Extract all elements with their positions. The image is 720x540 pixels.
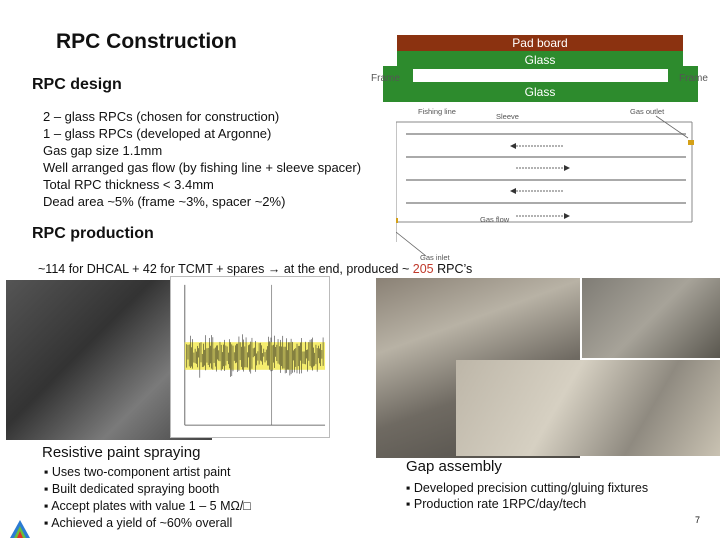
list-item: ▪ Achieved a yield of ~60% overall bbox=[44, 516, 233, 530]
gas-inlet-marker bbox=[396, 218, 398, 223]
design-heading: RPC design bbox=[32, 76, 122, 93]
gap-bullet-list: ▪ Developed precision cutting/gluing fix… bbox=[406, 480, 648, 512]
argonne-logo-icon bbox=[10, 520, 30, 538]
list-item: ▪ Uses two-component artist paint bbox=[44, 465, 231, 479]
frame-left-label: Frame bbox=[371, 73, 400, 84]
gas-gap bbox=[413, 69, 668, 82]
slide-title: RPC Construction bbox=[56, 30, 237, 53]
list-item: ▪ Built dedicated spraying booth bbox=[44, 482, 220, 496]
list-item: Dead area ~5% (frame ~3%, spacer ~2%) bbox=[43, 194, 286, 209]
gas-outlet-label: Gas outlet bbox=[630, 107, 665, 116]
pad-board-layer: Pad board bbox=[397, 35, 683, 51]
page-number: 7 bbox=[695, 515, 701, 525]
list-item: ▪ Accept plates with value 1 – 5 MΩ/□ bbox=[44, 499, 251, 513]
gas-flow-diagram: Fishing line Sleeve Gas outlet Gas flow … bbox=[396, 107, 694, 262]
list-item: Total RPC thickness < 3.4mm bbox=[43, 177, 214, 192]
gap-caption: Gap assembly ▪ Developed precision cutti… bbox=[398, 456, 708, 526]
list-item: ▪ Developed precision cutting/gluing fix… bbox=[406, 481, 649, 495]
frame-right-label: Frame bbox=[679, 73, 708, 84]
gas-inlet-label: Gas inlet bbox=[420, 253, 451, 262]
sleeve-label: Sleeve bbox=[496, 112, 519, 121]
list-item: 2 – glass RPCs (chosen for construction) bbox=[43, 109, 280, 124]
glass-bottom-layer: Glass bbox=[397, 82, 683, 102]
gas-outlet-marker bbox=[688, 140, 694, 145]
production-count: 205 bbox=[412, 262, 434, 276]
gas-flow-label: Gas flow bbox=[480, 215, 510, 224]
production-summary: ~114 for DHCAL + 42 for TCMT + spares → … bbox=[38, 262, 472, 276]
list-item: ▪ Production rate 1RPC/day/tech bbox=[406, 497, 587, 511]
gap-heading: Gap assembly bbox=[406, 458, 502, 475]
spraying-caption: Resistive paint spraying ▪ Uses two-comp… bbox=[34, 440, 282, 533]
production-heading: RPC production bbox=[32, 225, 154, 242]
spraying-heading: Resistive paint spraying bbox=[42, 444, 201, 461]
fixture-photo bbox=[582, 278, 720, 358]
production-text-pre: ~114 for DHCAL + 42 for TCMT + spares → … bbox=[38, 262, 413, 276]
list-item: Well arranged gas flow (by fishing line … bbox=[43, 160, 362, 175]
list-item: Gas gap size 1.1mm bbox=[43, 143, 163, 158]
glass-top-layer: Glass bbox=[397, 51, 683, 69]
resistivity-plot bbox=[170, 276, 330, 438]
list-item: 1 – glass RPCs (developed at Argonne) bbox=[43, 126, 272, 141]
gluing-tool-photo bbox=[456, 360, 720, 456]
fishing-line-label: Fishing line bbox=[418, 107, 456, 116]
production-text-post: RPC’s bbox=[433, 262, 473, 276]
spraying-bullet-list: ▪ Uses two-component artist paint ▪ Buil… bbox=[44, 464, 251, 532]
design-bullet-list: 2 – glass RPCs (chosen for construction)… bbox=[43, 108, 361, 210]
